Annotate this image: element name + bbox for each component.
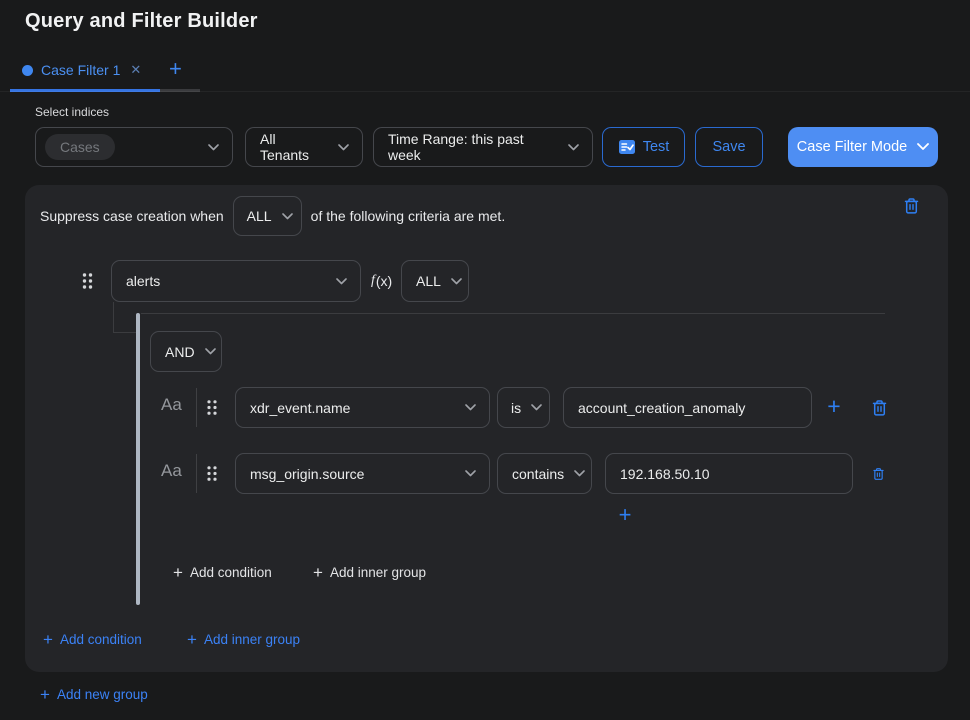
group-match-select[interactable]: ALL [401, 260, 469, 302]
chevron-down-icon [451, 278, 462, 285]
suppress-suffix-text: of the following criteria are met. [311, 208, 506, 224]
group-source-select[interactable]: alerts [111, 260, 361, 302]
mode-button-label: Case Filter Mode [797, 139, 907, 155]
operator-select[interactable]: contains [497, 453, 592, 494]
case-sensitivity-toggle[interactable]: Aa [161, 461, 182, 481]
chevron-down-icon [568, 144, 579, 151]
add-condition-label: Add condition [60, 632, 142, 647]
suppress-rule-row: Suppress case creation when ALL of the f… [40, 196, 505, 236]
tab-baseline-divider [0, 91, 970, 92]
condition-drag-handle-icon[interactable] [206, 399, 218, 416]
tenant-select[interactable]: All Tenants [245, 127, 363, 167]
delete-condition-button[interactable] [871, 399, 888, 417]
plus-icon: + [43, 633, 53, 647]
page-title: Query and Filter Builder [25, 10, 258, 33]
chevron-down-icon [208, 144, 219, 151]
suppress-match-value: ALL [247, 208, 272, 224]
boolean-operator-select[interactable]: AND [150, 331, 222, 372]
field-value: xdr_event.name [250, 400, 350, 416]
tab-label: Case Filter 1 [41, 62, 120, 78]
test-checklist-icon [618, 138, 636, 156]
add-new-group-link[interactable]: + Add new group [40, 687, 148, 702]
condition-divider [196, 388, 197, 427]
chevron-down-icon [917, 143, 929, 151]
chevron-down-icon [336, 278, 347, 285]
boolean-operator-value: AND [165, 344, 195, 360]
delete-condition-button[interactable] [872, 465, 885, 483]
chevron-down-icon [465, 470, 476, 477]
plus-icon: + [313, 566, 323, 580]
indices-chip: Cases [45, 134, 115, 160]
tab-bar: Case Filter 1 ✕ + [0, 58, 970, 92]
save-button[interactable]: Save [695, 127, 763, 167]
add-condition-link-inner[interactable]: + Add condition [173, 565, 272, 580]
group-match-value: ALL [416, 273, 441, 289]
add-condition-inline-button[interactable]: + [610, 502, 640, 528]
add-new-group-label: Add new group [57, 687, 148, 702]
suppress-match-select[interactable]: ALL [233, 196, 302, 236]
operator-select[interactable]: is [497, 387, 550, 428]
plus-icon: + [173, 566, 183, 580]
tab-status-dot-icon [22, 65, 33, 76]
field-select[interactable]: msg_origin.source [235, 453, 490, 494]
trash-icon [903, 197, 920, 215]
time-range-value: Time Range: this past week [388, 131, 558, 163]
suppress-prefix-text: Suppress case creation when [40, 208, 224, 224]
condition-row: Aa msg_origin.source contains [25, 453, 948, 494]
select-indices-label: Select indices [35, 105, 109, 119]
trash-icon [872, 465, 885, 483]
tenant-value: All Tenants [260, 131, 328, 163]
query-filter-builder-screen: Query and Filter Builder Case Filter 1 ✕… [0, 0, 970, 720]
operator-value: is [511, 400, 521, 416]
add-condition-link-group[interactable]: + Add condition [43, 632, 142, 647]
add-inner-group-link-inner[interactable]: + Add inner group [313, 565, 426, 580]
value-input[interactable] [605, 453, 853, 494]
case-filter-mode-button[interactable]: Case Filter Mode [788, 127, 938, 167]
close-tab-icon[interactable]: ✕ [130, 62, 141, 78]
add-condition-label: Add condition [190, 565, 272, 580]
group-drag-handle-icon[interactable] [81, 272, 94, 290]
inner-group-top-divider [141, 313, 885, 314]
chevron-down-icon [531, 404, 542, 411]
save-button-label: Save [712, 139, 745, 155]
case-sensitivity-toggle[interactable]: Aa [161, 395, 182, 415]
toolbar: Cases All Tenants Time Range: this past … [0, 127, 970, 167]
test-button-label: Test [643, 139, 670, 155]
add-inner-group-label: Add inner group [330, 565, 426, 580]
plus-icon: + [187, 633, 197, 647]
test-button[interactable]: Test [602, 127, 685, 167]
field-select[interactable]: xdr_event.name [235, 387, 490, 428]
indices-select[interactable]: Cases [35, 127, 233, 167]
add-value-button[interactable]: + [821, 392, 847, 420]
chevron-down-icon [282, 213, 293, 220]
time-range-select[interactable]: Time Range: this past week [373, 127, 593, 167]
filter-group-panel: Suppress case creation when ALL of the f… [25, 185, 948, 672]
chevron-down-icon [205, 348, 216, 355]
chevron-down-icon [465, 404, 476, 411]
condition-divider [196, 454, 197, 493]
group-source-value: alerts [126, 273, 160, 289]
field-value: msg_origin.source [250, 466, 364, 482]
fx-function-label: f(x) [371, 260, 392, 302]
group-connector-vertical [113, 302, 114, 333]
delete-group-button[interactable] [903, 197, 920, 215]
add-tab-button[interactable]: + [169, 56, 182, 82]
value-input[interactable] [563, 387, 812, 428]
tab-case-filter-1[interactable]: Case Filter 1 ✕ [22, 62, 141, 78]
condition-row: Aa xdr_event.name is + [25, 387, 948, 428]
chevron-down-icon [338, 144, 349, 151]
group-connector-horizontal [113, 332, 137, 333]
add-inner-group-label: Add inner group [204, 632, 300, 647]
operator-value: contains [512, 466, 564, 482]
plus-icon: + [40, 688, 50, 702]
trash-icon [871, 399, 888, 417]
chevron-down-icon [574, 470, 585, 477]
condition-drag-handle-icon[interactable] [206, 465, 218, 482]
add-inner-group-link-group[interactable]: + Add inner group [187, 632, 300, 647]
